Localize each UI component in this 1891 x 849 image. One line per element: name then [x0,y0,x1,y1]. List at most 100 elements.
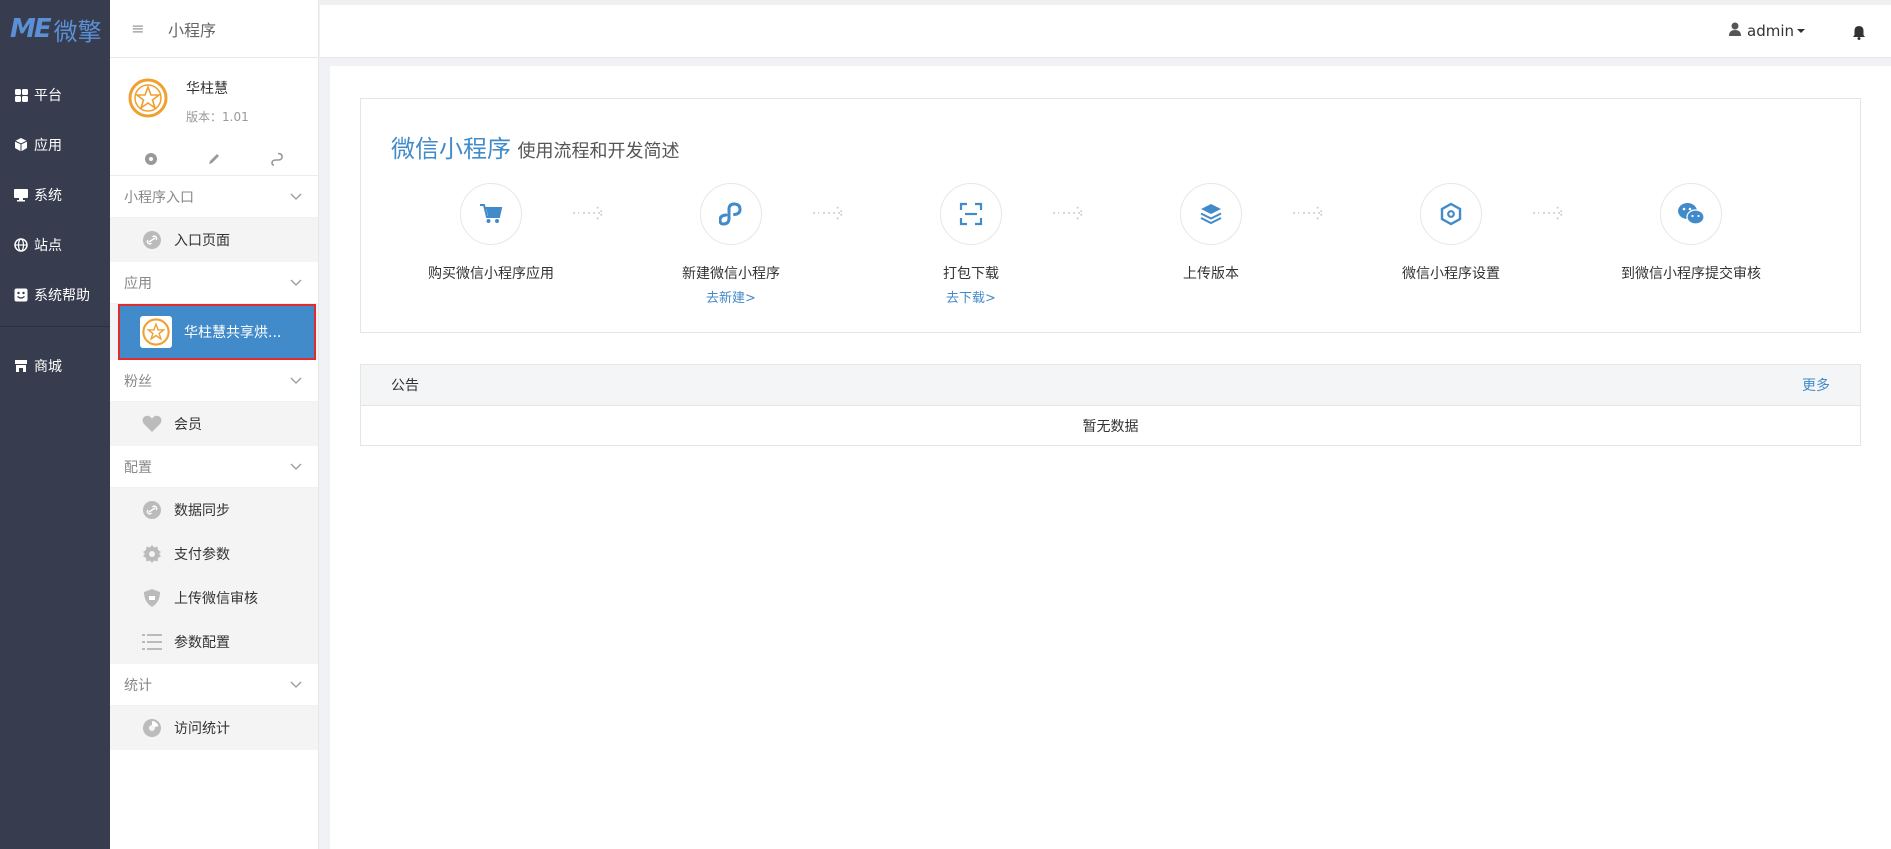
app-logo-icon [140,316,172,348]
brand-name: 微擎 [53,17,102,46]
flow-panel: 微信小程序 使用流程和开发简述 购买微信小程序应用 新建微信小程序 去新建> 打… [360,98,1861,333]
nav-item-label: 系统 [34,188,62,204]
scan-icon[interactable] [940,183,1002,245]
list-icon [142,632,162,652]
sidebar-item-label: 会员 [174,417,202,433]
sidebar-item-label: 入口页面 [174,233,230,249]
nav-item-system[interactable]: 系统 [0,170,110,220]
flow-step-download: 打包下载 去下载> [871,183,1071,306]
flow-step-label: 到微信小程序提交审核 [1621,266,1761,282]
bell-icon[interactable] [1852,25,1866,44]
flow-step-submit: 到微信小程序提交审核 [1591,183,1791,287]
user-icon [1729,22,1741,40]
group-header-fans[interactable]: 粉丝 [110,360,318,402]
nav-item-site[interactable]: 站点 [0,220,110,270]
chevron-down-icon [290,189,302,205]
sidebar-item-params[interactable]: 参数配置 [110,620,318,664]
chevron-down-icon [290,677,302,693]
dot-icon[interactable] [142,150,160,168]
arrow-right-icon [1053,206,1085,220]
app-version: 版本：1.01 [186,110,249,124]
notice-panel: 公告 更多 暂无数据 [360,364,1861,446]
layers-icon[interactable] [1180,183,1242,245]
top-bar: admin [320,0,1891,58]
flow-title-sub: 使用流程和开发简述 [517,141,680,162]
flow-step-link[interactable]: 去新建> [631,287,831,306]
flow-step-upload: 上传版本 [1111,183,1311,287]
edit-icon[interactable] [205,150,223,168]
sidebar-item-label: 访问统计 [174,721,230,737]
sidebar-item-data-sync[interactable]: 数据同步 [110,488,318,532]
chevron-down-icon [290,459,302,475]
nav-item-apps[interactable]: 应用 [0,120,110,170]
sidebar-item-app-active[interactable]: 华柱慧共享烘... [118,304,316,360]
chevron-down-icon [290,275,302,291]
sidebar-item-label: 上传微信审核 [174,591,258,607]
link-icon [142,500,162,520]
sidebar-item-label: 参数配置 [174,635,230,651]
nav-item-platform[interactable]: 平台 [0,70,110,120]
nav-item-store[interactable]: 商城 [0,341,110,391]
sidebar-item-member[interactable]: 会员 [110,402,318,446]
sidebar-item-label: 支付参数 [174,547,230,563]
notice-more-link[interactable]: 更多 [1802,375,1830,395]
flow-step-label: 上传版本 [1183,266,1239,282]
sidebar-title: 小程序 [168,20,217,40]
flow-step-create: 新建微信小程序 去新建> [631,183,831,306]
sidebar-item-label: 华柱慧共享烘... [184,325,282,341]
miniprogram-icon[interactable] [700,183,762,245]
gear-icon [142,544,162,564]
app-card: 华柱慧 版本：1.01 [110,58,318,146]
link-icon[interactable] [268,150,286,168]
cart-icon[interactable] [460,183,522,245]
flow-step-settings: 微信小程序设置 [1351,183,1551,287]
nav-item-label: 站点 [34,238,62,254]
menu-toggle-icon[interactable]: ≡ [110,19,166,38]
wechat-icon[interactable] [1660,183,1722,245]
sidebar-item-visit-stats[interactable]: 访问统计 [110,706,318,750]
nav-item-label: 平台 [34,88,62,104]
chevron-down-icon [290,373,302,389]
brand-logo[interactable]: ME 微擎 [0,0,110,58]
group-title: 小程序入口 [124,189,194,206]
flow-steps: 购买微信小程序应用 新建微信小程序 去新建> 打包下载 去下载> 上传版本 微信… [391,183,1831,313]
group-header-stats[interactable]: 统计 [110,664,318,706]
group-title: 粉丝 [124,373,152,390]
nav-item-label: 商城 [34,359,62,375]
store-icon [13,358,29,374]
flow-step-label: 购买微信小程序应用 [428,266,554,282]
sidebar-item-entry-page[interactable]: 入口页面 [110,218,318,262]
group-title: 统计 [124,677,152,694]
notice-header: 公告 更多 [361,365,1860,406]
group-header-entry[interactable]: 小程序入口 [110,176,318,218]
group-header-config[interactable]: 配置 [110,446,318,488]
sidebar-item-upload-review[interactable]: 上传微信审核 [110,576,318,620]
app-name: 华柱慧 [186,81,228,97]
cube-icon [13,137,29,153]
nav-item-label: 系统帮助 [34,288,90,304]
flow-step-buy: 购买微信小程序应用 [391,183,591,287]
module-sidebar: ≡ 小程序 华柱慧 版本：1.01 小程序入口 入口页面 应用 华柱慧共享烘..… [110,0,319,849]
flow-title: 微信小程序 使用流程和开发简述 [391,129,679,164]
heart-icon [142,414,162,434]
user-menu[interactable]: admin [1729,22,1805,40]
arrow-right-icon [573,206,605,220]
flow-step-link[interactable]: 去下载> [871,287,1071,306]
help-icon [13,287,29,303]
nav-item-help[interactable]: 系统帮助 [0,270,110,320]
flow-step-label: 打包下载 [943,266,999,282]
link-icon [142,230,162,250]
group-title: 配置 [124,459,152,476]
flow-step-label: 微信小程序设置 [1402,266,1500,282]
hexagon-icon[interactable] [1420,183,1482,245]
nav-divider [0,326,110,327]
monitor-icon [13,187,29,203]
group-header-apps[interactable]: 应用 [110,262,318,304]
flow-title-main: 微信小程序 [391,135,511,163]
flow-step-label: 新建微信小程序 [682,266,780,282]
shield-icon [142,588,162,608]
notice-empty: 暂无数据 [1082,419,1139,435]
sidebar-item-payment[interactable]: 支付参数 [110,532,318,576]
sidebar-header: ≡ 小程序 [110,0,318,58]
nav-item-label: 应用 [34,138,62,154]
